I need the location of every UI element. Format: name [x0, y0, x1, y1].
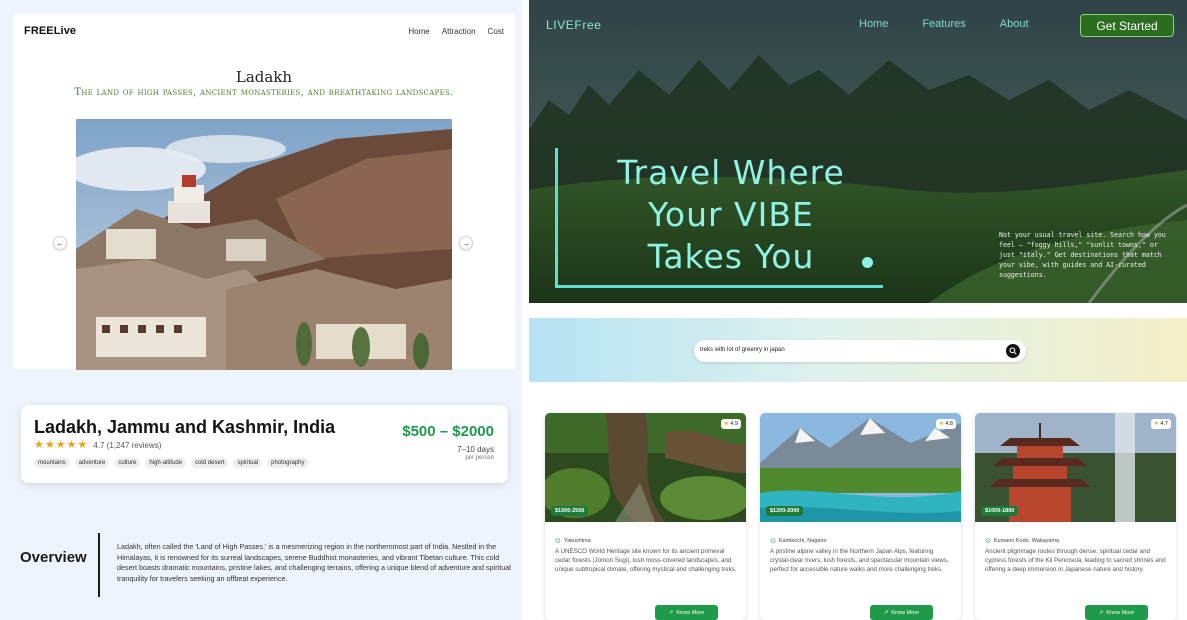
card-location: ⊙ Yakushima — [555, 537, 591, 545]
card-description: Ancient pilgrimage routes through dense,… — [985, 548, 1166, 574]
star-half-icon: ★ — [77, 439, 88, 451]
card-image: ★ 4.7 $1000-1800 — [975, 413, 1176, 522]
tag-list: mountains adventure culture high-altitud… — [34, 458, 309, 468]
nav-about[interactable]: About — [1000, 18, 1029, 30]
star-icon: ★ — [34, 439, 44, 451]
card-location: ⊙ Kamikochi, Nagano — [770, 537, 827, 545]
overview-heading: Overview — [20, 549, 87, 566]
tag[interactable]: culture — [114, 458, 141, 468]
trip-duration: 7–10 days — [457, 445, 494, 454]
brand-logo[interactable]: LIVEFree — [546, 18, 602, 32]
arrow-right-icon: → — [462, 238, 470, 248]
card-price-badge: $1500-2500 — [551, 506, 589, 516]
search-button[interactable] — [1006, 344, 1020, 358]
card-rating: 4.7 — [1160, 421, 1168, 427]
know-more-button[interactable]: ↗ Know More — [655, 605, 718, 620]
know-more-label: Know More — [676, 609, 705, 616]
card-location-text: Kamikochi, Nagano — [778, 538, 827, 544]
destination-full-name: Ladakh, Jammu and Kashmir, India — [34, 417, 336, 437]
card-location: ⊙ Kumano Kodo, Wakayama — [985, 537, 1059, 545]
destination-info-card: Ladakh, Jammu and Kashmir, India ★ ★ ★ ★… — [21, 405, 508, 483]
hero-section: LIVEFree Home Features About Get Started… — [529, 0, 1187, 303]
know-more-button[interactable]: ↗ Know More — [1085, 605, 1148, 620]
carousel-prev-button[interactable]: ← — [53, 236, 67, 250]
hero-headline: Travel Where Your VIBE Takes You — [571, 152, 891, 278]
rating-text: 4.7 (1,247 reviews) — [93, 441, 162, 450]
star-icon: ★ — [44, 439, 55, 451]
page: FREELive Home Attraction Cost Ladakh The… — [0, 0, 1187, 620]
nav-home[interactable]: Home — [408, 27, 429, 36]
card-description: A UNESCO World Heritage site known for i… — [555, 548, 737, 574]
know-more-label: Know More — [891, 609, 920, 616]
card-rating-badge: ★ 4.8 — [935, 419, 956, 429]
overview-text: Ladakh, often called the 'Land of High P… — [117, 542, 511, 583]
tag[interactable]: photography — [267, 458, 309, 468]
get-started-button[interactable]: Get Started — [1080, 14, 1174, 37]
search-icon — [1009, 347, 1017, 355]
arrow-up-right-icon: ↗ — [1098, 609, 1104, 616]
brand-logo[interactable]: FREELive — [24, 25, 76, 37]
hero-description: Not your usual travel site. Search how y… — [999, 231, 1166, 279]
star-icon: ★ — [938, 421, 944, 427]
overview-divider — [98, 533, 100, 597]
location-pin-icon: ⊙ — [985, 538, 991, 545]
know-more-button[interactable]: ↗ Know More — [870, 605, 933, 620]
tag[interactable]: cold desert — [191, 458, 229, 468]
top-nav: Home Features About — [859, 18, 1029, 30]
hero-dot — [862, 257, 873, 268]
card-image: ★ 4.8 $1200-2000 — [760, 413, 961, 522]
tag[interactable]: adventure — [74, 458, 110, 468]
search-input[interactable]: treks with lot of greenry in japan — [700, 347, 785, 353]
tag[interactable]: mountains — [34, 458, 70, 468]
nav-home[interactable]: Home — [859, 18, 888, 30]
tag[interactable]: high-altitude — [145, 458, 187, 468]
arrow-up-right-icon: ↗ — [883, 609, 889, 616]
destination-cards: ★ 4.9 $1500-2500 ⊙ Yakushima A UNESCO Wor… — [529, 413, 1187, 620]
card-image: ★ 4.9 $1500-2500 — [545, 413, 746, 522]
ladakh-hero-card: FREELive Home Attraction Cost Ladakh The… — [13, 14, 515, 370]
arrow-up-right-icon: ↗ — [668, 609, 674, 616]
top-nav: Home Attraction Cost — [408, 27, 504, 36]
location-pin-icon: ⊙ — [555, 538, 561, 545]
tag[interactable]: spiritual — [233, 458, 263, 468]
card-rating: 4.8 — [945, 421, 953, 427]
destination-subtitle: The land of high passes, ancient monaste… — [74, 87, 454, 98]
card-rating-badge: ★ 4.9 — [720, 419, 741, 429]
ladakh-page-panel: FREELive Home Attraction Cost Ladakh The… — [0, 0, 522, 620]
card-location-text: Yakushima — [563, 538, 591, 544]
card-rating: 4.9 — [730, 421, 738, 427]
card-rating-badge: ★ 4.7 — [1150, 419, 1171, 429]
carousel-next-button[interactable]: → — [459, 236, 473, 250]
star-icon: ★ — [55, 439, 66, 451]
hero-line: Takes You — [647, 237, 815, 276]
star-icon: ★ — [66, 439, 77, 451]
nav-attraction[interactable]: Attraction — [442, 27, 476, 36]
hero-line: Travel Where — [617, 153, 845, 192]
card-price-badge: $1000-1800 — [981, 506, 1019, 516]
card-price-badge: $1200-2000 — [766, 506, 804, 516]
monastery-image — [76, 119, 452, 370]
search-section: treks with lot of greenry in japan — [529, 318, 1187, 382]
search-bar[interactable]: treks with lot of greenry in japan — [694, 340, 1026, 362]
destination-card[interactable]: ★ 4.7 $1000-1800 ⊙ Kumano Kodo, Wakayama … — [975, 413, 1176, 620]
destination-title: Ladakh — [235, 68, 293, 86]
star-icon: ★ — [1153, 421, 1159, 427]
location-pin-icon: ⊙ — [770, 538, 776, 545]
arrow-left-icon: ← — [56, 238, 64, 248]
star-icon: ★ — [723, 421, 729, 427]
nav-cost[interactable]: Cost — [488, 27, 504, 36]
card-description: A pristine alpine valley in the Northern… — [770, 548, 949, 574]
know-more-label: Know More — [1106, 609, 1135, 616]
card-location-text: Kumano Kodo, Wakayama — [993, 538, 1060, 544]
hero-line: Your VIBE — [648, 195, 814, 234]
price-range: $500 – $2000 — [402, 423, 494, 440]
nav-features[interactable]: Features — [922, 18, 965, 30]
destination-card[interactable]: ★ 4.8 $1200-2000 ⊙ Kamikochi, Nagano A pr… — [760, 413, 961, 620]
rating-row: ★ ★ ★ ★ ★ 4.7 (1,247 reviews) — [34, 440, 161, 451]
destination-card[interactable]: ★ 4.9 $1500-2500 ⊙ Yakushima A UNESCO Wor… — [545, 413, 746, 620]
ladakh-photo — [76, 119, 452, 370]
livefree-page-panel: LIVEFree Home Features About Get Started… — [529, 0, 1187, 620]
per-person-label: per person — [465, 455, 494, 461]
